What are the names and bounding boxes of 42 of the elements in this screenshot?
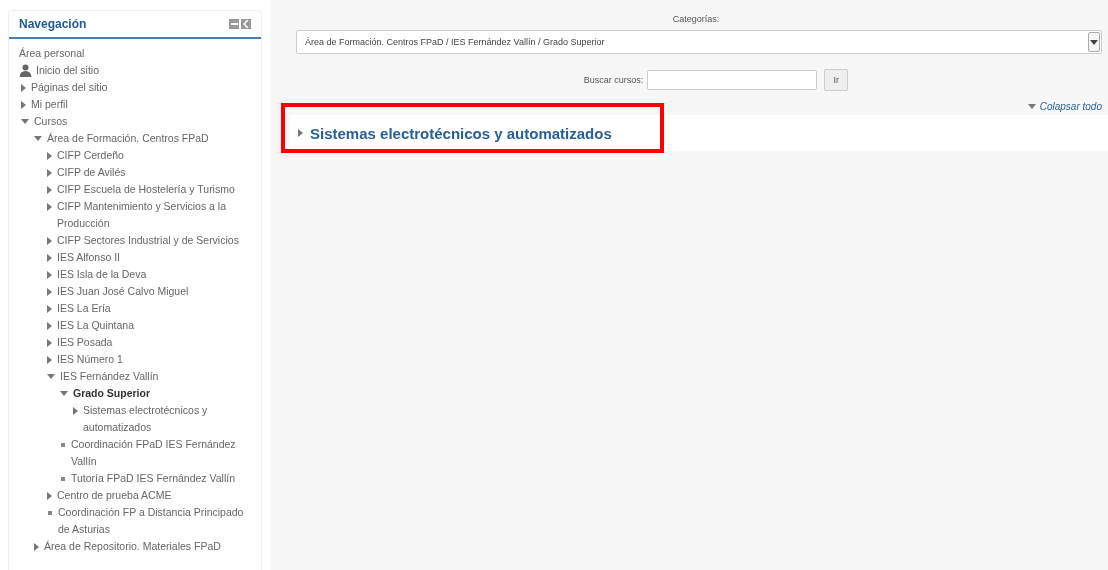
- user-icon: [19, 62, 32, 79]
- tree-item[interactable]: Área de Formación. Centros FPaD: [47, 130, 209, 147]
- category-label: Categorías:: [671, 14, 721, 24]
- tree-item[interactable]: IES Isla de la Deva: [57, 266, 147, 283]
- tree-item[interactable]: IES Juan José Calvo Miguel: [57, 283, 189, 300]
- bullet-icon: [48, 510, 52, 515]
- tree-item[interactable]: Tutoría FPaD IES Fernández Vallín: [71, 470, 235, 487]
- panel-title: Navegación: [19, 17, 87, 31]
- category-select[interactable]: Área de Formación. Centros FPaD / IES Fernández Vallín / Grado Superior: [296, 30, 1102, 54]
- search-field[interactable]: [647, 70, 818, 90]
- tree-item[interactable]: CIFP Cerdeño: [57, 147, 124, 164]
- go-button[interactable]: Ir: [824, 69, 849, 91]
- tree-item[interactable]: Inicio del sitio: [36, 62, 100, 79]
- tree-item[interactable]: IES Posada: [57, 334, 113, 351]
- tree-item[interactable]: CIFP Sectores Industrial y de Servicios: [57, 232, 239, 249]
- tree-item[interactable]: IES La Quintana: [57, 317, 135, 334]
- tree-item[interactable]: Área de Repositorio. Materiales FPaD: [44, 538, 221, 555]
- tree-item[interactable]: IES Número 1: [57, 351, 123, 368]
- tree-item[interactable]: Sistemas electrotécnicos y automatizados: [83, 402, 261, 436]
- tree-item[interactable]: CIFP Escuela de Hostelería y Turismo: [57, 181, 235, 198]
- dock-button[interactable]: [229, 19, 239, 29]
- collapse-all-link[interactable]: Colapsar todo: [1027, 101, 1102, 112]
- tree-item[interactable]: IES Alfonso II: [57, 249, 121, 266]
- tree-item[interactable]: Mi perfil: [31, 96, 68, 113]
- tree-item[interactable]: IES Fernández Vallín: [60, 368, 159, 385]
- tree-item[interactable]: Centro de prueba ACME: [57, 487, 172, 504]
- bullet-icon: [61, 476, 65, 481]
- tree-item[interactable]: CIFP de Avilés: [57, 164, 126, 181]
- tree-item[interactable]: Grado Superior: [73, 385, 150, 402]
- bullet-icon: [61, 442, 65, 447]
- course-title-link[interactable]: Sistemas electrotécnicos y automatizados: [310, 124, 612, 142]
- tree-item[interactable]: Cursos: [34, 113, 68, 130]
- tree-item[interactable]: Coordinación FP a Distancia Principado de Asturias: [58, 504, 248, 538]
- tree-item[interactable]: IES La Ería: [57, 300, 111, 317]
- collapsed-arrow-icon[interactable]: [298, 129, 303, 137]
- tree-item[interactable]: CIFP Mantenimiento y Servicios a la Producción: [57, 198, 247, 232]
- tree-item[interactable]: Área personal: [19, 45, 85, 62]
- tree-item[interactable]: Coordinación FPaD IES Fernández Vallín: [71, 436, 261, 470]
- tree-item[interactable]: Páginas del sitio: [31, 79, 108, 96]
- expanded-arrow-icon: [1027, 104, 1036, 109]
- search-label: Buscar cursos:: [583, 75, 644, 85]
- collapse-button[interactable]: [241, 19, 251, 29]
